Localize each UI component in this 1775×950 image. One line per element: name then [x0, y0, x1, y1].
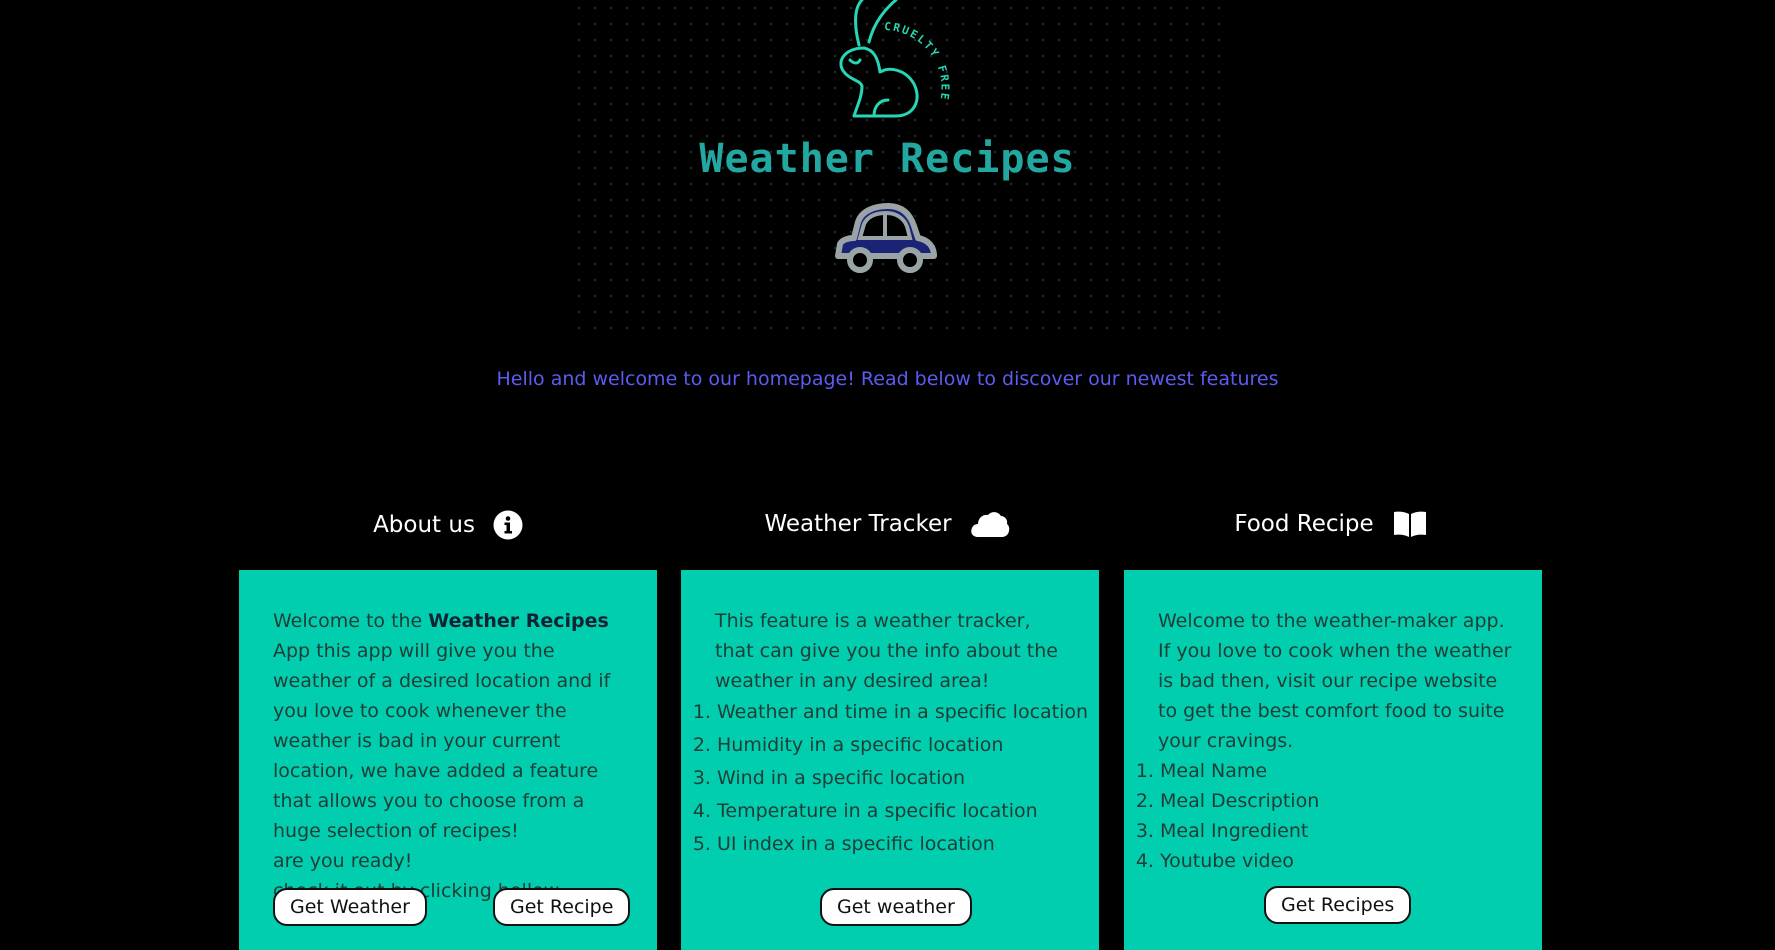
about-heading-label: About us — [373, 512, 475, 538]
get-recipe-button[interactable]: Get Recipe — [493, 888, 631, 926]
cloud-icon — [970, 512, 1009, 537]
weather-feature-list: Weather and time in a specific location … — [681, 696, 1099, 861]
welcome-message: Hello and welcome to our homepage! Read … — [496, 368, 1279, 390]
list-item: Weather and time in a specific location — [717, 696, 1099, 729]
about-card: Welcome to the Weather Recipes App this … — [239, 570, 657, 950]
cruelty-free-rabbit-logo: CRUELTY FREE — [839, 0, 950, 118]
weather-description: This feature is a weather tracker, that … — [715, 610, 1058, 692]
list-item: Humidity in a specific location — [717, 729, 1099, 762]
site-title: Weather Recipes — [699, 136, 1076, 182]
about-description: Welcome to the Weather Recipes App this … — [273, 610, 611, 842]
list-item: UI index in a specific location — [717, 828, 1099, 861]
get-weather-tracker-button[interactable]: Get weather — [820, 888, 972, 926]
about-ready-line: are you ready! — [273, 850, 413, 872]
list-item: Temperature in a specific location — [717, 795, 1099, 828]
weather-heading-label: Weather Tracker — [764, 511, 952, 537]
car-icon — [835, 203, 937, 273]
food-heading-label: Food Recipe — [1234, 511, 1374, 537]
food-heading: Food Recipe — [1110, 510, 1552, 538]
list-item: Wind in a specific location — [717, 762, 1099, 795]
list-item: Meal Name — [1160, 756, 1542, 786]
food-description: Welcome to the weather-maker app. If you… — [1158, 610, 1512, 752]
get-recipes-button[interactable]: Get Recipes — [1264, 886, 1412, 924]
get-weather-button[interactable]: Get Weather — [273, 888, 427, 926]
open-book-icon — [1393, 511, 1426, 537]
food-card: Welcome to the weather-maker app. If you… — [1124, 570, 1542, 950]
weather-card: This feature is a weather tracker, that … — [681, 570, 1099, 950]
about-heading: About us — [227, 510, 669, 540]
info-circle-icon — [493, 510, 523, 540]
list-item: Youtube video — [1160, 846, 1542, 876]
list-item: Meal Ingredient — [1160, 816, 1542, 846]
food-feature-list: Meal Name Meal Description Meal Ingredie… — [1124, 756, 1542, 876]
weather-heading: Weather Tracker — [666, 510, 1108, 538]
list-item: Meal Description — [1160, 786, 1542, 816]
app-name-bold: Weather Recipes — [428, 610, 609, 632]
